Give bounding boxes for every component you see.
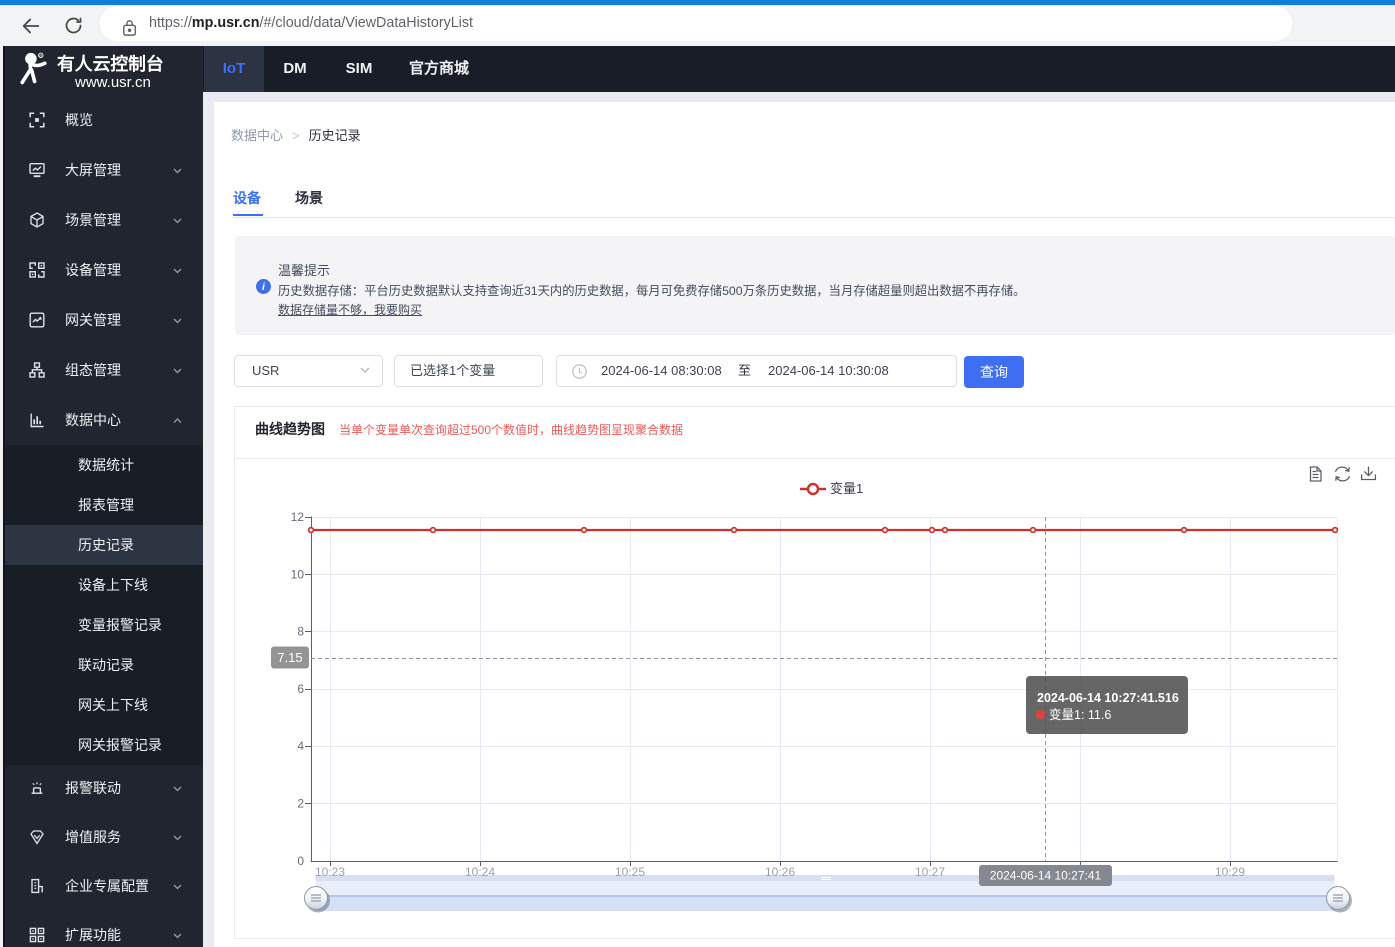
svg-text:12: 12 xyxy=(291,510,305,524)
svg-text:10:26: 10:26 xyxy=(765,865,795,879)
svg-text:10:24: 10:24 xyxy=(465,865,495,879)
svg-text:4: 4 xyxy=(297,739,304,753)
svg-text:2: 2 xyxy=(297,796,304,810)
svg-text:7.15: 7.15 xyxy=(277,650,302,665)
svg-text:10:23: 10:23 xyxy=(315,865,345,879)
svg-text:10: 10 xyxy=(291,567,305,581)
svg-text:2024-06-14 10:27:41.516: 2024-06-14 10:27:41.516 xyxy=(1037,691,1179,705)
svg-text:2024-06-14 10:27:41: 2024-06-14 10:27:41 xyxy=(990,869,1102,883)
svg-text:变量1: 变量1 xyxy=(830,481,863,496)
svg-text:6: 6 xyxy=(297,682,304,696)
svg-text:10:25: 10:25 xyxy=(615,865,645,879)
svg-text:10:29: 10:29 xyxy=(1215,865,1245,879)
svg-text:10:27: 10:27 xyxy=(915,865,945,879)
svg-text:8: 8 xyxy=(297,625,304,639)
svg-text:0: 0 xyxy=(297,854,304,868)
svg-text:R: R xyxy=(39,53,42,58)
svg-text:变量1: 11.6: 变量1: 11.6 xyxy=(1049,707,1111,722)
